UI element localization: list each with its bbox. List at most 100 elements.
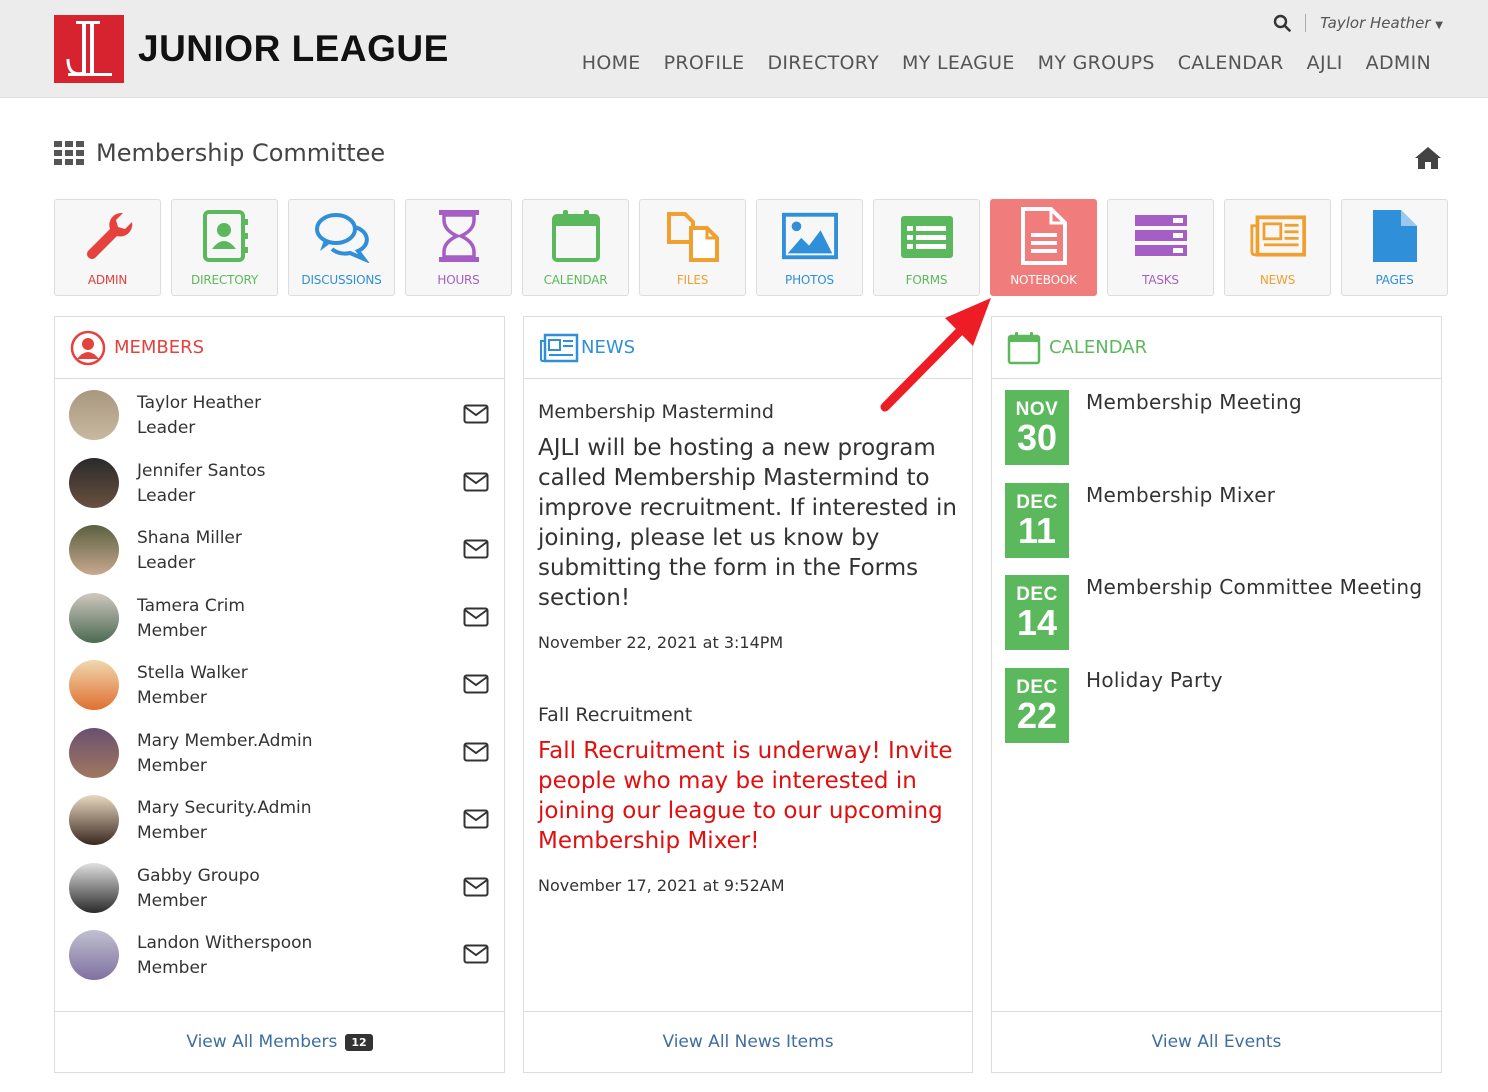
newspaper-icon (1249, 215, 1306, 257)
avatar (69, 863, 119, 913)
nav-profile[interactable]: PROFILE (664, 52, 745, 74)
tile-notebook[interactable]: NOTEBOOK (990, 199, 1097, 296)
calendar-icon (1007, 331, 1041, 364)
member-row[interactable]: Tamera Crim Member (69, 593, 489, 649)
member-row[interactable]: Shana Miller Leader (69, 525, 489, 581)
page-title-bar: Membership Committee (54, 139, 385, 167)
member-role: Member (137, 823, 207, 843)
tile-label: NOTEBOOK (1010, 273, 1077, 287)
logo-text[interactable]: JUNIOR LEAGUE (138, 28, 449, 70)
form-icon (900, 216, 953, 258)
annotation-arrow-icon (880, 298, 991, 412)
tile-forms[interactable]: FORMS (873, 199, 980, 296)
chat-bubbles-icon (314, 213, 369, 263)
tile-label: DISCUSSIONS (301, 273, 382, 287)
member-row[interactable]: Mary Member.Admin Member (69, 728, 489, 784)
tile-files[interactable]: FILES (639, 199, 746, 296)
member-name: Landon Witherspoon (137, 933, 313, 953)
date-badge: NOV 30 (1005, 390, 1069, 465)
member-row[interactable]: Stella Walker Member (69, 660, 489, 716)
date-badge: DEC 14 (1005, 575, 1069, 650)
tile-discussions[interactable]: DISCUSSIONS (288, 199, 395, 296)
nav-my-league[interactable]: MY LEAGUE (902, 52, 1015, 74)
members-panel-header: MEMBERS (55, 317, 504, 379)
nav-ajli[interactable]: AJLI (1307, 52, 1343, 74)
mail-icon[interactable] (463, 877, 489, 901)
view-all-events-link[interactable]: View All Events (1152, 1032, 1282, 1052)
member-role: Member (137, 621, 207, 641)
nav-my-groups[interactable]: MY GROUPS (1038, 52, 1155, 74)
mail-icon[interactable] (463, 607, 489, 631)
logo-column-icon (66, 21, 112, 76)
news-item-body: AJLI will be hosting a new program calle… (538, 435, 957, 611)
news-item-body: Fall Recruitment is underway! Invite peo… (538, 738, 953, 854)
tile-tasks[interactable]: TASKS (1107, 199, 1214, 296)
home-button[interactable] (1414, 146, 1442, 174)
calendar-icon (551, 210, 600, 262)
user-menu[interactable]: Taylor Heather ▼ (1320, 14, 1443, 32)
nav-directory[interactable]: DIRECTORY (767, 52, 879, 74)
mail-icon[interactable] (463, 472, 489, 496)
calendar-title: CALENDAR (1049, 337, 1148, 358)
news-item-title[interactable]: Fall Recruitment (538, 704, 692, 726)
mail-icon[interactable] (463, 944, 489, 968)
home-icon (1415, 147, 1441, 169)
mail-icon[interactable] (463, 809, 489, 833)
junior-league-logo[interactable] (54, 15, 124, 83)
member-name: Shana Miller (137, 528, 242, 548)
avatar (69, 728, 119, 778)
event-title[interactable]: Membership Meeting (1086, 390, 1302, 414)
tile-label: TASKS (1142, 273, 1179, 287)
tile-label: DIRECTORY (191, 273, 258, 287)
member-row[interactable]: Jennifer Santos Leader (69, 458, 489, 514)
tile-hours[interactable]: HOURS (405, 199, 512, 296)
search-icon[interactable] (1273, 14, 1291, 32)
member-name: Tamera Crim (137, 596, 245, 616)
avatar (69, 390, 119, 440)
members-title: MEMBERS (114, 337, 205, 358)
divider (1305, 14, 1307, 32)
event-title[interactable]: Membership Committee Meeting (1086, 575, 1422, 599)
member-row[interactable]: Taylor Heather Leader (69, 390, 489, 446)
mail-icon[interactable] (463, 539, 489, 563)
notebook-icon (1020, 207, 1067, 265)
mail-icon[interactable] (463, 674, 489, 698)
member-name: Stella Walker (137, 663, 248, 683)
nav-home[interactable]: HOME (582, 52, 641, 74)
event-title[interactable]: Holiday Party (1086, 668, 1223, 692)
tile-news[interactable]: NEWS (1224, 199, 1331, 296)
tile-label: FILES (676, 273, 709, 287)
member-row[interactable]: Mary Security.Admin Member (69, 795, 489, 851)
main-nav: HOME PROFILE DIRECTORY MY LEAGUE MY GROU… (582, 52, 1431, 74)
tile-calendar[interactable]: CALENDAR (522, 199, 629, 296)
member-count-badge: 12 (345, 1033, 373, 1051)
member-row[interactable]: Landon Witherspoon Member (69, 930, 489, 986)
tasks-icon (1134, 215, 1187, 256)
members-panel: MEMBERS Taylor Heather Leader Jennifer S… (54, 316, 505, 1073)
view-all-members-link[interactable]: View All Members (186, 1032, 337, 1052)
tile-pages[interactable]: PAGES (1341, 199, 1448, 296)
tile-directory[interactable]: DIRECTORY (171, 199, 278, 296)
event-title[interactable]: Membership Mixer (1086, 483, 1275, 507)
member-role: Member (137, 688, 207, 708)
member-name: Jennifer Santos (137, 461, 266, 481)
tile-admin[interactable]: ADMIN (54, 199, 161, 296)
user-circle-icon (70, 330, 106, 365)
member-name: Gabby Groupo (137, 866, 260, 886)
news-title: NEWS (581, 337, 636, 358)
grid-icon (54, 141, 84, 165)
contact-book-icon (202, 210, 248, 262)
mail-icon[interactable] (463, 404, 489, 428)
tile-photos[interactable]: PHOTOS (756, 199, 863, 296)
nav-admin[interactable]: ADMIN (1366, 52, 1431, 74)
view-all-news-link[interactable]: View All News Items (662, 1032, 833, 1052)
mail-icon[interactable] (463, 742, 489, 766)
hourglass-icon (438, 210, 479, 262)
avatar (69, 930, 119, 980)
date-badge: DEC 22 (1005, 668, 1069, 743)
news-item-title[interactable]: Membership Mastermind (538, 401, 774, 423)
page-icon (1372, 210, 1417, 262)
member-row[interactable]: Gabby Groupo Member (69, 863, 489, 919)
nav-calendar[interactable]: CALENDAR (1178, 52, 1284, 74)
calendar-panel-header: CALENDAR (992, 317, 1441, 379)
